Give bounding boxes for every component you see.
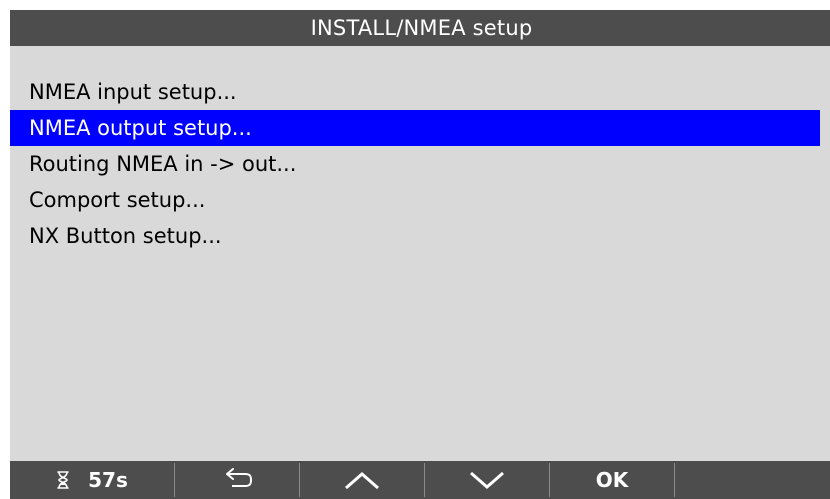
timer-softkey: 57s: [10, 461, 174, 499]
ok-button[interactable]: OK: [550, 461, 674, 499]
hourglass-icon: [57, 471, 69, 489]
timeout-countdown: 57s: [88, 468, 128, 492]
menu-item-nmea-output-setup[interactable]: NMEA output setup...: [10, 110, 820, 146]
nmea-setup-screen: INSTALL/NMEA setup NMEA input setup... N…: [10, 10, 830, 499]
down-button[interactable]: [425, 461, 549, 499]
chevron-down-icon: [470, 471, 504, 489]
page-title: INSTALL/NMEA setup: [10, 10, 830, 46]
softkey-divider: [674, 463, 675, 497]
up-button[interactable]: [300, 461, 424, 499]
softkey-bar: 57s OK: [10, 461, 830, 499]
menu-item-nx-button-setup[interactable]: NX Button setup...: [10, 218, 830, 254]
ok-label: OK: [595, 468, 629, 492]
menu-item-comport-setup[interactable]: Comport setup...: [10, 182, 830, 218]
nmea-setup-menu: NMEA input setup... NMEA output setup...…: [10, 74, 830, 254]
menu-item-routing-nmea[interactable]: Routing NMEA in -> out...: [10, 146, 830, 182]
back-button[interactable]: [175, 461, 299, 499]
back-arrow-icon: [226, 468, 253, 487]
chevron-up-icon: [345, 472, 379, 490]
menu-item-nmea-input-setup[interactable]: NMEA input setup...: [10, 74, 830, 110]
